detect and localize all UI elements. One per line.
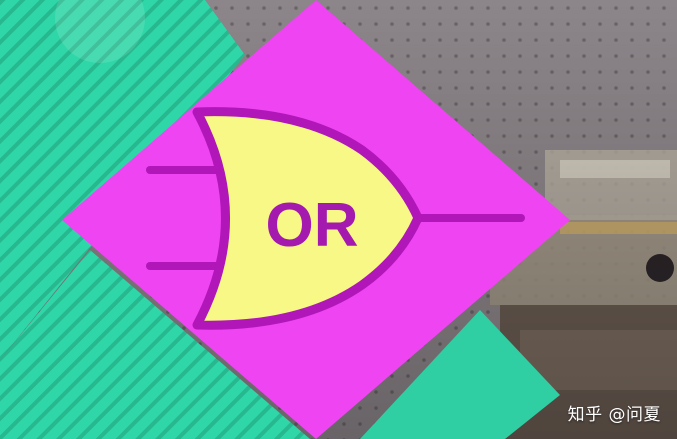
or-gate-illustration: OR	[0, 0, 677, 439]
scene: OR 知乎 @问夏	[0, 0, 677, 439]
watermark-text: 知乎 @问夏	[567, 405, 661, 425]
gate-label: OR	[266, 191, 359, 260]
